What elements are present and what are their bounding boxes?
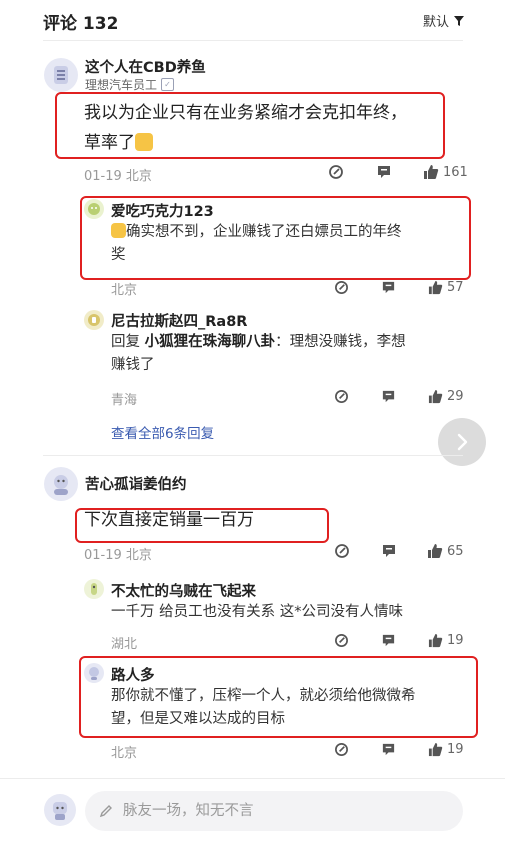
reply-author[interactable]: 爱吃巧克力123 <box>111 200 214 221</box>
like-button[interactable]: 161 <box>423 164 468 180</box>
thumb-up-icon <box>428 633 443 648</box>
reply-location: 湖北 <box>111 637 138 652</box>
reply-to-user[interactable]: 小狐狸在珠海聊八卦 <box>145 334 276 350</box>
avatar[interactable] <box>84 663 104 683</box>
like-button[interactable]: 19 <box>428 633 464 648</box>
avatar-face-icon <box>54 66 68 84</box>
comment-location: 北京 <box>125 548 152 563</box>
emoji-icon <box>111 223 126 238</box>
avatar[interactable] <box>44 467 78 501</box>
emoji-icon <box>135 133 153 151</box>
comment-icon[interactable] <box>381 543 397 559</box>
like-button[interactable]: 65 <box>427 543 464 559</box>
like-count: 65 <box>447 543 464 559</box>
reply-location: 青海 <box>111 393 138 408</box>
filter-icon <box>454 15 464 26</box>
next-button[interactable] <box>438 418 486 466</box>
edit-icon[interactable] <box>334 742 349 757</box>
reply-prefix: 回复 <box>111 334 140 350</box>
avatar-face-icon <box>54 475 68 495</box>
avatar[interactable] <box>84 579 104 599</box>
edit-icon[interactable] <box>334 543 350 559</box>
reply-text: 确实想不到，企业赚钱了还白嫖员工的年终 奖 <box>111 221 402 267</box>
comment-text-line1: 我以为企业只有在业务紧缩才会克扣年终， <box>84 103 407 123</box>
edit-icon[interactable] <box>334 280 349 295</box>
edit-icon[interactable] <box>334 389 349 404</box>
reply-colon: ： <box>275 334 290 350</box>
thumb-up-icon <box>428 544 443 558</box>
comment-author[interactable]: 这个人在CBD养鱼 <box>85 56 206 77</box>
like-button[interactable]: 57 <box>428 280 464 295</box>
header-divider <box>43 40 463 41</box>
comment-icon[interactable] <box>376 164 392 180</box>
thumb-up-icon <box>424 165 439 179</box>
reply-text-line2: 奖 <box>111 247 126 263</box>
like-count: 19 <box>447 633 464 648</box>
like-button[interactable]: 19 <box>428 742 464 757</box>
comment-composer[interactable] <box>85 791 463 831</box>
comment-divider <box>43 455 463 456</box>
comment-author[interactable]: 苦心孤诣姜伯约 <box>85 473 187 494</box>
reply-text-line1: 理想没赚钱，李想 <box>289 334 406 350</box>
comments-title: 评论 132 <box>43 14 119 34</box>
reply-author[interactable]: 尼古拉斯赵四_Ra8R <box>111 310 247 331</box>
thumb-up-icon <box>428 280 443 295</box>
pencil-icon <box>99 805 112 818</box>
author-badge: 理想汽车员工 ✓ <box>85 76 175 93</box>
reply-text-line2: 赚钱了 <box>111 357 155 373</box>
comment-meta: 01-19 北京 <box>84 165 152 184</box>
like-count: 29 <box>447 389 464 404</box>
reply-text: 回复 小狐狸在珠海聊八卦：理想没赚钱，李想 赚钱了 <box>111 331 461 377</box>
reply-text-line2: 望，但是又难以达成的目标 <box>111 711 285 727</box>
view-all-replies-link[interactable]: 查看全部6条回复 <box>111 422 214 442</box>
verified-icon: ✓ <box>161 78 175 91</box>
comment-text-line2: 草率了 <box>84 133 135 153</box>
like-button[interactable]: 29 <box>428 389 464 404</box>
comment-input[interactable] <box>121 802 425 820</box>
comment-date: 01-19 <box>84 548 122 563</box>
comment-icon[interactable] <box>381 389 396 404</box>
avatar-face-icon <box>91 583 97 595</box>
avatar-face-icon <box>89 667 99 680</box>
edit-icon[interactable] <box>328 164 344 180</box>
comment-text: 我以为企业只有在业务紧缩才会克扣年终， 草率了 <box>84 98 407 158</box>
reply-text: 一千万 给员工也没有关系 这*公司没有人情味 <box>111 604 403 620</box>
reply-location: 北京 <box>111 746 138 761</box>
comment-location: 北京 <box>125 169 152 184</box>
chevron-right-icon <box>457 433 468 451</box>
comment-icon[interactable] <box>381 742 396 757</box>
avatar-face-icon <box>88 314 100 326</box>
comment-meta: 01-19 北京 <box>84 544 152 563</box>
reply-author[interactable]: 不太忙的乌贼在飞起来 <box>111 580 256 601</box>
sort-dropdown[interactable]: 默认 <box>423 11 465 30</box>
thumb-up-icon <box>428 742 443 757</box>
my-avatar[interactable] <box>44 794 76 826</box>
avatar-face-icon <box>53 802 67 820</box>
thumb-up-icon <box>428 389 443 404</box>
comment-icon[interactable] <box>381 633 396 648</box>
author-badge-text: 理想汽车员工 <box>85 78 158 92</box>
reply-text-line1: 确实想不到，企业赚钱了还白嫖员工的年终 <box>126 224 402 240</box>
reply-text: 那你就不懂了，压榨一个人，就必须给他微微希 望，但是又难以达成的目标 <box>111 685 416 731</box>
reply-author[interactable]: 路人多 <box>111 664 155 685</box>
comment-text: 下次直接定销量一百万 <box>84 510 254 530</box>
avatar[interactable] <box>84 310 104 330</box>
comment-icon[interactable] <box>381 280 396 295</box>
comment-date: 01-19 <box>84 169 122 184</box>
like-count: 57 <box>447 280 464 295</box>
reply-text-line1: 那你就不懂了，压榨一个人，就必须给他微微希 <box>111 688 416 704</box>
avatar[interactable] <box>44 58 78 92</box>
reply-location: 北京 <box>111 283 138 298</box>
like-count: 161 <box>443 164 468 180</box>
edit-icon[interactable] <box>334 633 349 648</box>
like-count: 19 <box>447 742 464 757</box>
composer-divider <box>0 778 505 779</box>
sort-label: 默认 <box>422 15 449 30</box>
